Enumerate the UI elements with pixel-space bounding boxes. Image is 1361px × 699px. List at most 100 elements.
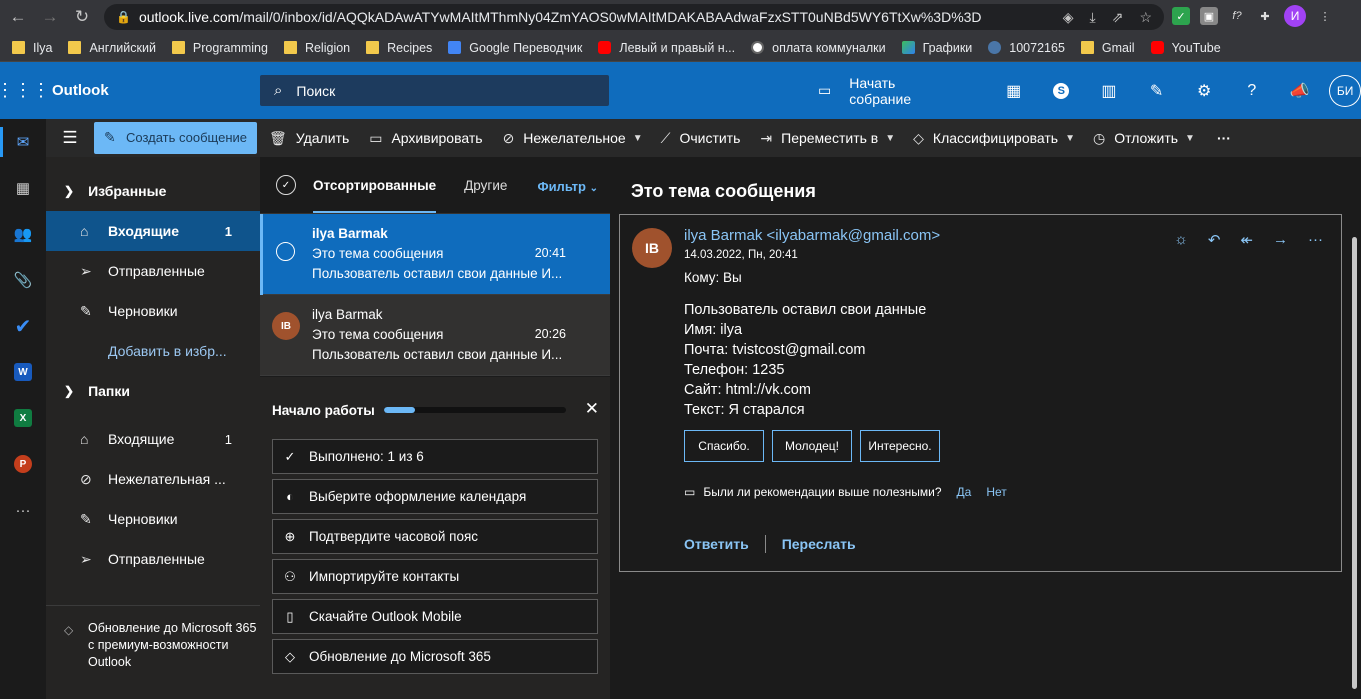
attachment-icon[interactable]: 📎 [0,257,46,303]
snooze-button[interactable]: ◷ Отложить ▼ [1093,130,1195,147]
select-radio[interactable] [276,242,295,261]
move-to-button[interactable]: ⇥ Переместить в ▼ [760,130,895,147]
people-icon[interactable]: 👥 [0,211,46,257]
settings-gear-icon[interactable]: ⚙ [1180,81,1228,101]
quick-reply-button[interactable]: Молодец! [772,430,852,462]
reload-icon[interactable]: ↻ [68,3,96,31]
forward-button[interactable]: Переслать [782,536,856,552]
star-icon[interactable]: ☆ [1139,9,1152,26]
favorite-sent[interactable]: ➢ Отправленные [46,251,260,291]
feedback-yes-link[interactable]: Да [957,485,972,499]
folder-drafts[interactable]: ✎ Черновики [46,499,260,539]
profile-avatar[interactable]: И [1284,5,1306,27]
my-day-icon[interactable]: ✎ [1133,81,1181,101]
bookmark-item[interactable]: YouTube [1150,41,1221,55]
getting-started-item[interactable]: ◇ Обновление до Microsoft 365 [272,639,598,674]
sender-name[interactable]: ilya Barmak <ilyabarmak@gmail.com> [684,227,940,244]
getting-started-item[interactable]: ⚇ Импортируйте контакты [272,559,598,594]
bookmark-item[interactable]: Google Переводчик [448,41,582,55]
g-icon [448,41,462,54]
account-avatar[interactable]: БИ [1329,74,1361,107]
bookmark-item[interactable]: Английский [68,41,156,55]
close-icon[interactable]: ✕ [585,399,599,419]
bookmark-item[interactable]: оплата коммуналки [751,41,886,55]
bookmark-item[interactable]: Programming [171,41,268,55]
forward-icon[interactable]: → [1273,231,1288,249]
reply-button[interactable]: Ответить [684,536,749,552]
scrollbar[interactable] [1352,237,1357,689]
archive-button[interactable]: ▭ Архивировать [369,130,482,147]
eye-icon[interactable]: ◈ [1063,9,1074,26]
help-icon[interactable]: ? [1228,82,1276,100]
address-bar[interactable]: 🔒 outlook.live.com/mail/0/inbox/id/AQQkA… [104,4,1164,30]
favorites-section[interactable]: ❯ Избранные [46,171,260,211]
hamburger-icon[interactable]: ☰ [46,128,94,148]
junk-button[interactable]: ⊘ Нежелательное ▼ [503,130,643,147]
body-line: Почта: tvistcost@gmail.com [684,342,866,358]
search-box[interactable]: ⌕ Поиск [260,75,609,106]
folder-junk[interactable]: ⊘ Нежелательная ... [46,459,260,499]
feedback-no-link[interactable]: Нет [986,485,1006,499]
qr-icon[interactable]: ▦ [990,81,1038,101]
select-all-icon[interactable]: ✓ [276,175,296,195]
more-icon[interactable]: ··· [1308,231,1323,249]
delete-button[interactable]: 🗑 Удалить [269,130,349,147]
list-item[interactable]: IB ilya Barmak Это тема сообщения 20:26 … [260,295,610,376]
kebab-menu-icon[interactable]: ⋮ [1316,7,1334,25]
share-icon[interactable]: ⇗ [1112,9,1124,26]
getting-started-item[interactable]: ▯ Скачайте Outlook Mobile [272,599,598,634]
calendar-icon[interactable]: ▦ [0,165,46,211]
forward-icon[interactable]: → [36,3,64,31]
download-icon[interactable]: ⤓ [1090,9,1096,26]
todo-icon[interactable]: ✔ [0,303,46,349]
bookmark-item[interactable]: Gmail [1080,41,1135,55]
bookmark-item[interactable]: Левый и правый н... [598,41,735,55]
image-extension-icon[interactable]: ▣ [1200,7,1218,25]
tab-other[interactable]: Другие [464,157,507,214]
reply-all-icon[interactable]: ↞ [1240,231,1253,249]
bookmark-item[interactable]: Recipes [366,41,432,55]
folders-section[interactable]: ❯ Папки [46,371,260,411]
favorite-inbox[interactable]: ⌂ Входящие 1 [46,211,260,251]
tab-focused[interactable]: Отсортированные [313,157,437,214]
shield-extension-icon[interactable]: ✓ [1172,7,1190,25]
folder-inbox[interactable]: ⌂ Входящие 1 [46,419,260,459]
categorize-button[interactable]: ◇ Классифицировать ▼ [913,130,1075,147]
filter-button[interactable]: Фильтр ⌄ [537,179,598,194]
bookmark-item[interactable]: Religion [283,41,350,55]
new-message-button[interactable]: ✎ Создать сообщение [94,122,257,154]
office-icon[interactable]: ▥ [1085,81,1133,101]
bookmark-item[interactable]: 10072165 [988,41,1065,55]
getting-started-item[interactable]: ◐ Выберите оформление календаря [272,479,598,514]
app-launcher-icon[interactable]: ⋮⋮⋮ [0,80,50,101]
excel-icon[interactable]: X [0,395,46,441]
quick-reply-button[interactable]: Спасибо. [684,430,764,462]
folder-sent[interactable]: ➢ Отправленные [46,539,260,579]
bookmark-item[interactable]: Ilya [12,41,52,55]
bookmark-item[interactable]: Графики [901,41,972,55]
formula-extension-icon[interactable]: f? [1228,7,1246,25]
meet-now-button[interactable]: ▭ Начать собрание [818,75,960,107]
add-favorite-link[interactable]: Добавить в избр... [46,331,260,371]
word-icon[interactable]: W [0,349,46,395]
puzzle-icon[interactable]: ✚ [1256,7,1274,25]
brand-title[interactable]: Outlook [52,82,109,99]
getting-started-item[interactable]: ⊕ Подтвердите часовой пояс [272,519,598,554]
more-apps-icon[interactable]: ··· [0,487,46,533]
getting-started-item[interactable]: ✓ Выполнено: 1 из 6 [272,439,598,474]
favorite-drafts[interactable]: ✎ Черновики [46,291,260,331]
bookmark-label: Левый и правый н... [619,40,736,55]
back-icon[interactable]: ← [4,3,32,31]
more-actions-button[interactable]: ··· [1217,130,1231,146]
megaphone-icon[interactable]: 📣 [1276,81,1324,101]
mail-icon[interactable]: ✉ [0,119,46,165]
sun-icon[interactable]: ☼ [1174,231,1188,249]
powerpoint-icon[interactable]: P [0,441,46,487]
skype-icon[interactable]: S [1038,82,1086,99]
sweep-button[interactable]: ⟋ Очистить [661,130,741,147]
quick-reply-button[interactable]: Интересно. [860,430,940,462]
list-item[interactable]: ilya Barmak Это тема сообщения 20:41 Пол… [260,214,610,295]
avatar[interactable]: IB [632,228,672,268]
upgrade-promo[interactable]: ◇ Обновление до Microsoft 365 с премиум-… [46,605,260,699]
reply-icon[interactable]: ↶ [1208,231,1221,249]
